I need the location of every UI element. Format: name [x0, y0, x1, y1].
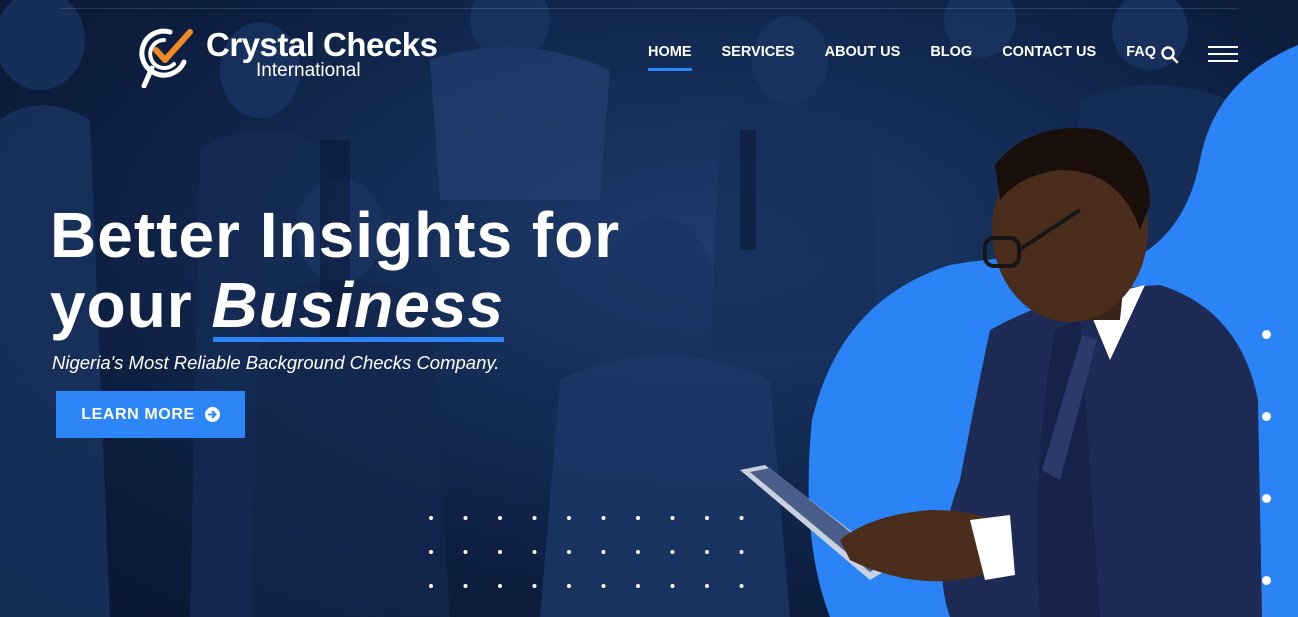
grid-dot [636, 584, 640, 588]
grid-dot [498, 584, 502, 588]
grid-dot [636, 550, 640, 554]
grid-dot [601, 516, 606, 520]
learn-more-label: LEARN MORE [81, 405, 195, 423]
decorative-dot-grid [429, 516, 744, 588]
slider-dot-3[interactable] [1262, 494, 1271, 503]
grid-dot [498, 550, 502, 554]
grid-dot [532, 584, 537, 588]
slider-dot-4[interactable] [1262, 576, 1271, 585]
hero-section: Crystal Checks International HOME SERVIC… [0, 0, 1298, 617]
grid-dot [463, 584, 468, 588]
grid-dot [498, 516, 502, 520]
grid-dot [670, 584, 675, 588]
headline-line-1: Better Insights for [50, 199, 621, 271]
grid-dot [739, 516, 744, 520]
slider-dot-1[interactable] [1262, 330, 1271, 339]
grid-dot [463, 550, 468, 554]
grid-dot [601, 550, 606, 554]
grid-dot [705, 584, 709, 588]
grid-dot [705, 550, 709, 554]
grid-dot [429, 584, 433, 588]
hero-subtitle: Nigeria's Most Reliable Background Check… [52, 352, 500, 373]
grid-dot [739, 584, 744, 588]
grid-dot [705, 516, 709, 520]
grid-dot [670, 516, 675, 520]
grid-dot [601, 584, 606, 588]
grid-dot [429, 516, 433, 520]
grid-dot [463, 516, 468, 520]
grid-dot [567, 584, 571, 588]
grid-dot [739, 550, 744, 554]
arrow-circle-right-icon [204, 407, 220, 422]
hero-headline: Better Insights for your Business [50, 199, 621, 342]
headline-line-2-plain: your [50, 269, 193, 341]
grid-dot [567, 550, 571, 554]
learn-more-button[interactable]: LEARN MORE [56, 391, 245, 438]
grid-dot [567, 516, 571, 520]
slider-dot-2[interactable] [1262, 412, 1271, 421]
grid-dot [429, 550, 433, 554]
grid-dot [532, 550, 537, 554]
headline-emphasis: Business [211, 269, 505, 342]
grid-dot [670, 550, 675, 554]
grid-dot [636, 516, 640, 520]
grid-dot [532, 516, 537, 520]
